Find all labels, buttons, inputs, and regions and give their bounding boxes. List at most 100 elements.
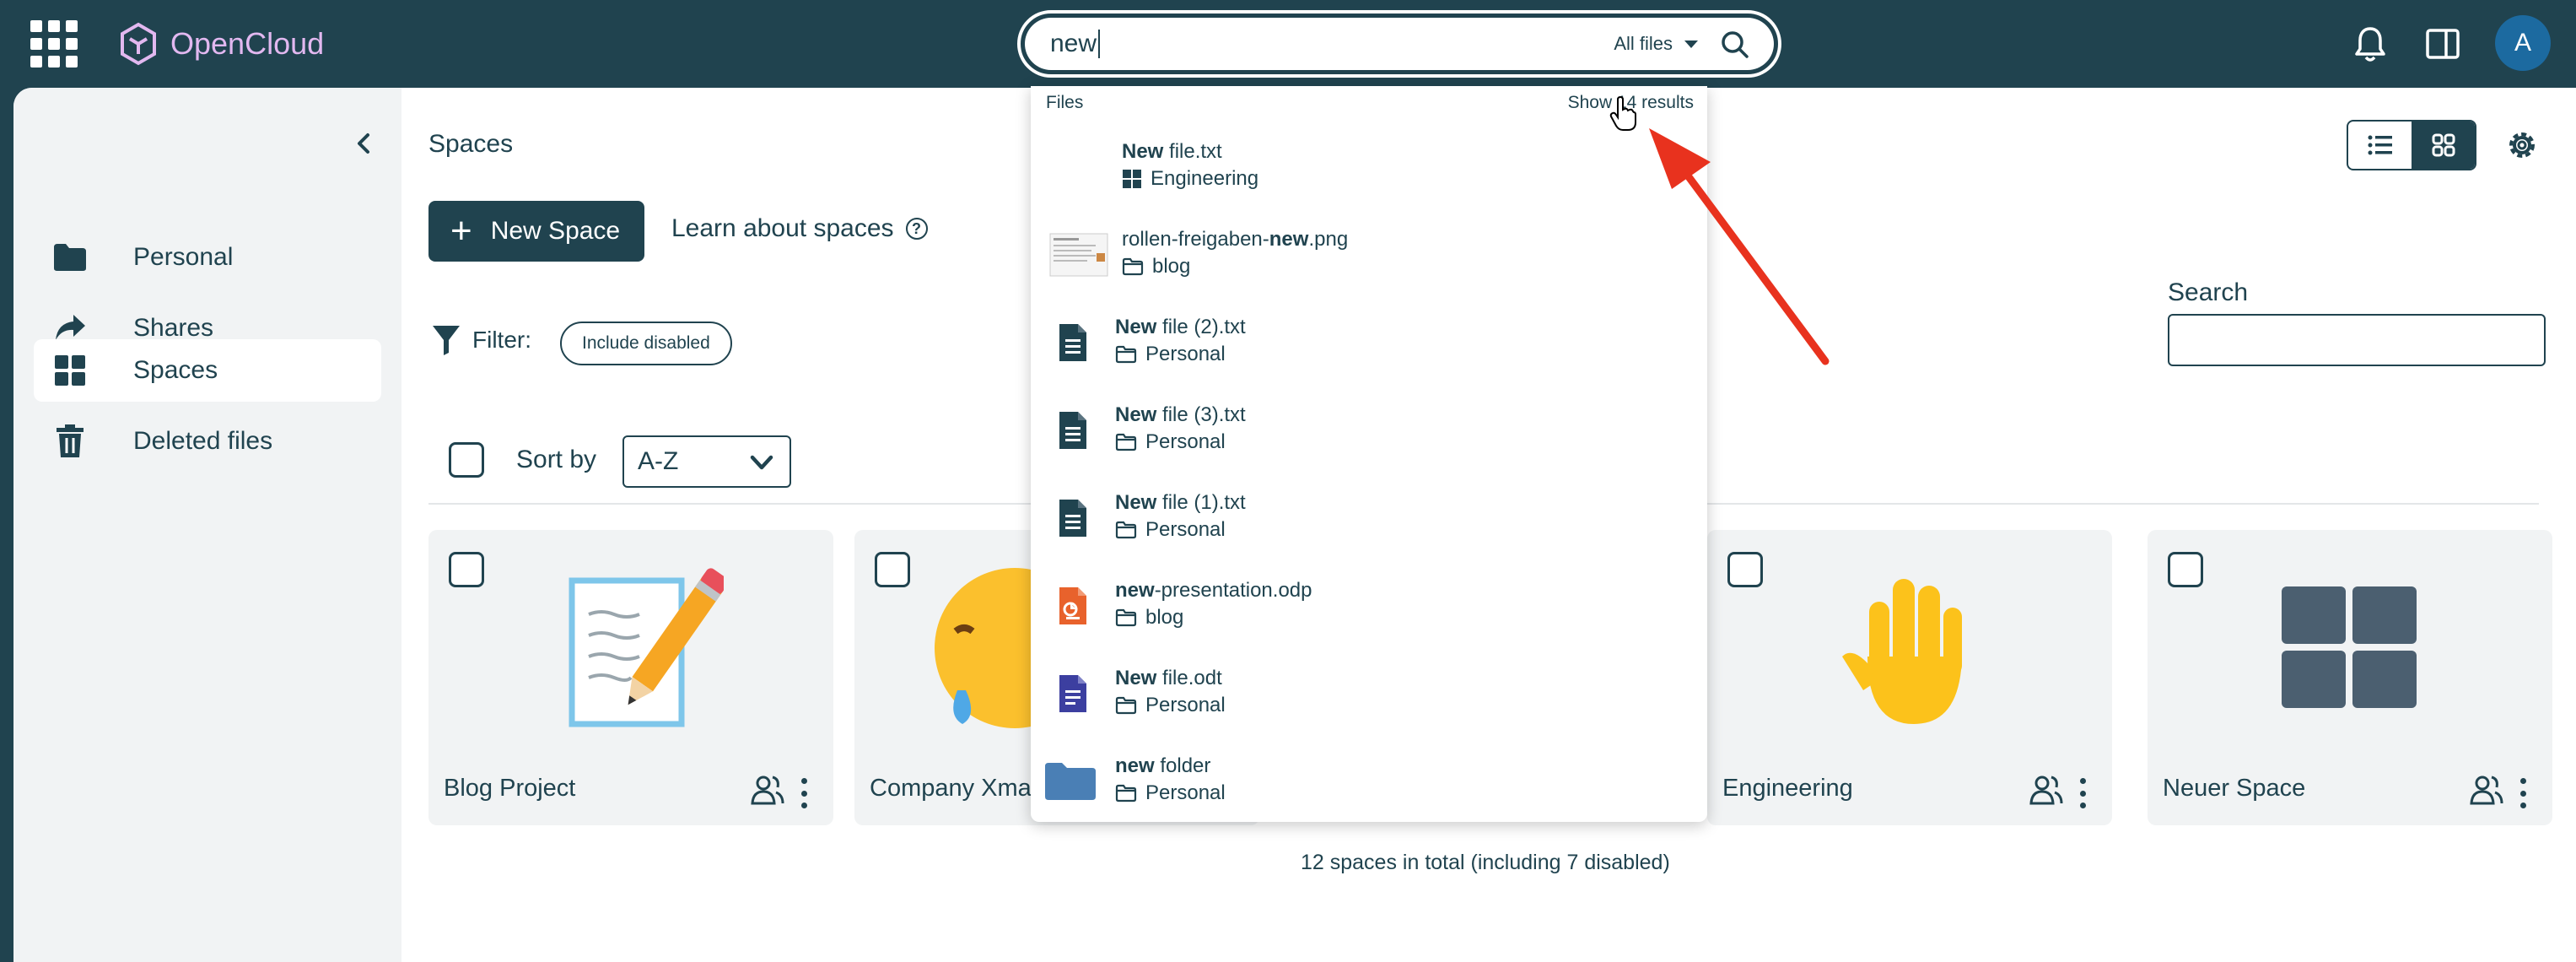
list-icon [2368, 135, 2392, 155]
folder-icon [51, 238, 89, 277]
space-checkbox[interactable] [875, 552, 910, 587]
members-icon[interactable] [2029, 773, 2063, 807]
folder-outline-icon [1115, 696, 1137, 715]
sidebar-panel-icon[interactable] [2419, 20, 2466, 68]
search-result-item[interactable]: New file (1).txt Personal [1031, 476, 1707, 564]
sort-value: A-Z [638, 447, 679, 475]
result-location[interactable]: blog [1115, 606, 1183, 630]
kebab-menu-icon[interactable] [2520, 778, 2527, 808]
space-name[interactable]: Blog Project [444, 775, 575, 803]
help-icon: ? [905, 218, 928, 240]
space-card[interactable]: Blog Project [428, 530, 833, 825]
grid-icon [51, 351, 89, 390]
new-space-label: New Space [490, 217, 621, 245]
folder-outline-icon [1115, 784, 1137, 803]
result-location[interactable]: Engineering [1122, 167, 1258, 191]
text-file-icon [1049, 491, 1097, 545]
result-name: rollen-freigaben-new.png [1122, 228, 1349, 251]
result-location[interactable]: Personal [1115, 518, 1226, 542]
space-name[interactable]: Neuer Space [2163, 775, 2305, 803]
sidebar-item-spaces[interactable]: Spaces [34, 339, 381, 402]
memo-pencil-emoji [538, 555, 724, 741]
plus-icon: + [450, 210, 472, 251]
search-result-item[interactable]: New file.odt Personal [1031, 651, 1707, 739]
app-switcher-icon[interactable] [30, 20, 78, 68]
result-name: new folder [1115, 754, 1211, 777]
result-name: New file.txt [1122, 140, 1222, 163]
chevron-left-icon[interactable] [349, 128, 380, 159]
sidebar-item-personal[interactable]: Personal [34, 226, 381, 289]
result-name: New file (1).txt [1115, 491, 1246, 514]
sidebar-item-deleted-files[interactable]: Deleted files [34, 410, 381, 473]
result-name: New file.odt [1115, 667, 1222, 689]
result-name: New file (3).txt [1115, 403, 1246, 426]
result-location[interactable]: Personal [1115, 343, 1226, 366]
folder-outline-icon [1122, 257, 1144, 276]
result-name: New file (2).txt [1115, 316, 1246, 338]
sort-select[interactable]: A-Z [622, 435, 791, 488]
result-location[interactable]: blog [1122, 255, 1190, 278]
sidebar-item-label: Spaces [133, 356, 218, 384]
folder-icon [1043, 754, 1098, 808]
result-location[interactable]: Personal [1115, 781, 1226, 805]
learn-about-spaces-link[interactable]: Learn about spaces ? [671, 214, 928, 243]
breadcrumb: Spaces [428, 130, 514, 158]
space-card[interactable]: Neuer Space [2148, 530, 2552, 825]
search-input[interactable]: new [1050, 30, 1097, 58]
search-result-item[interactable]: New file.txt Engineering [1031, 125, 1707, 213]
app-name: OpenCloud [170, 26, 325, 61]
sort-label: Sort by [516, 446, 597, 473]
search-result-item[interactable]: New file (2).txt Personal [1031, 300, 1707, 388]
filter-label: Filter: [432, 324, 531, 356]
spaces-search-label: Search [2168, 278, 2249, 306]
select-all-checkbox[interactable] [449, 442, 484, 478]
space-name[interactable]: Company Xmas [870, 775, 1043, 803]
space-checkbox[interactable] [449, 552, 484, 587]
list-view-button[interactable] [2348, 122, 2412, 169]
sidebar-item-label: Deleted files [133, 427, 273, 455]
space-card[interactable]: Engineering [1707, 530, 2112, 825]
members-icon[interactable] [2470, 773, 2503, 807]
result-location[interactable]: Personal [1115, 694, 1226, 717]
search-results-dropdown: Files Show 14 results New file.txt Engin… [1031, 86, 1707, 822]
trash-icon [51, 422, 89, 461]
tile-view-button[interactable] [2412, 122, 2475, 169]
kebab-menu-icon[interactable] [801, 778, 808, 808]
kebab-menu-icon[interactable] [2080, 778, 2087, 808]
space-checkbox[interactable] [2168, 552, 2203, 587]
result-location[interactable]: Personal [1115, 430, 1226, 454]
results-section-header: Files [1046, 93, 1084, 112]
search-scope-select[interactable]: All files [1614, 33, 1698, 55]
members-icon[interactable] [751, 773, 784, 807]
app-logo[interactable]: OpenCloud [118, 22, 324, 66]
search-result-item[interactable]: new-presentation.odp blog [1031, 564, 1707, 651]
image-thumbnail [1049, 228, 1108, 282]
caret-down-icon [1684, 40, 1698, 48]
learn-label: Learn about spaces [671, 214, 894, 242]
folder-outline-icon [1115, 608, 1137, 627]
new-space-button[interactable]: + New Space [428, 201, 644, 262]
folder-outline-icon [1115, 345, 1137, 364]
search-result-item[interactable]: new folder Personal [1031, 739, 1707, 827]
presentation-file-icon [1049, 579, 1097, 633]
space-checkbox[interactable] [1727, 552, 1763, 587]
user-avatar[interactable]: A [2495, 15, 2551, 71]
gear-icon[interactable] [2502, 125, 2542, 165]
funnel-icon [433, 326, 460, 355]
search-icon[interactable] [1718, 28, 1752, 62]
include-disabled-chip[interactable]: Include disabled [560, 322, 732, 365]
document-file-icon [1049, 667, 1097, 721]
result-name: new-presentation.odp [1115, 579, 1312, 602]
spaces-search-input[interactable] [2168, 314, 2546, 366]
raised-hand-emoji [1817, 555, 2002, 741]
bell-icon[interactable] [2347, 20, 2394, 68]
filter-text: Filter: [472, 327, 531, 353]
chevron-down-icon [750, 455, 773, 470]
grid-icon [2257, 555, 2443, 741]
search-result-item[interactable]: rollen-freigaben-new.png blog [1031, 213, 1707, 300]
global-search: new All files [1017, 10, 1781, 78]
tiles-icon [2432, 133, 2455, 157]
space-name[interactable]: Engineering [1722, 775, 1853, 803]
opencloud-logo-icon [121, 22, 156, 66]
search-result-item[interactable]: New file (3).txt Personal [1031, 388, 1707, 476]
